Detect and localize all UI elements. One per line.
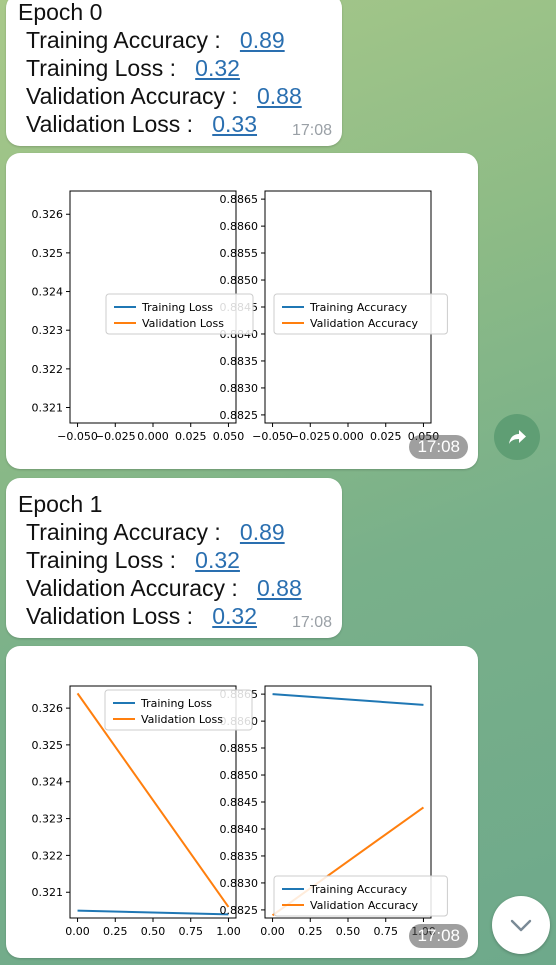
y-tick-label: 0.8840: [220, 823, 259, 836]
metric-value-link[interactable]: 0.88: [257, 83, 302, 109]
legend-label: Training Accuracy: [309, 301, 408, 314]
share-arrow-icon: [509, 430, 526, 444]
y-tick-label: 0.324: [32, 776, 64, 789]
metric-line: Validation Accuracy : 0.88: [18, 82, 330, 110]
metric-label: Training Loss :: [26, 547, 176, 573]
y-tick-label: 0.8865: [220, 193, 259, 206]
legend-label: Training Accuracy: [309, 883, 408, 896]
metric-label: Validation Accuracy :: [26, 575, 238, 601]
chart-figure-epoch-0: 0.3210.3220.3230.3240.3250.326−0.050−0.0…: [32, 190, 448, 443]
y-tick-label: 0.325: [32, 247, 64, 260]
x-tick-label: −0.050: [57, 430, 98, 443]
chart-image-message[interactable]: 0.321 0.322 0.323 0.324 0.325 0.326 0.00 0.25 0.…: [6, 646, 478, 958]
metric-label: Training Accuracy :: [26, 27, 221, 53]
legend-label: Validation Accuracy: [310, 317, 419, 330]
x-tick-label: 0.25: [103, 925, 128, 938]
message-epoch-1[interactable]: Epoch 1 Training Accuracy : 0.89 Trainin…: [6, 478, 342, 638]
y-tick-label: 0.8830: [220, 877, 259, 890]
share-button[interactable]: [494, 414, 540, 460]
epoch-title: Epoch 0: [18, 0, 103, 25]
y-tick-label: 0.322: [32, 849, 64, 862]
y-tick-label: 0.321: [32, 886, 64, 899]
y-tick-label: 0.8835: [220, 355, 259, 368]
message-epoch-0[interactable]: Epoch 0 Training Accuracy : 0.89 Trainin…: [6, 0, 342, 146]
metric-value-link[interactable]: 0.89: [240, 519, 285, 545]
metric-line: Validation Loss : 0.32: [18, 602, 330, 630]
metric-line: Training Accuracy : 0.89: [18, 26, 330, 54]
chart-image-message[interactable]: 0.321 0.322 0.323 0.324 0.325 0.326 −0.050 −0.0…: [6, 153, 478, 469]
y-tick-label: 0.325: [32, 739, 64, 752]
legend-loss: Training Loss Validation Loss: [104, 689, 253, 731]
metric-label: Validation Loss :: [26, 111, 194, 137]
legend-label: Training Loss: [141, 301, 213, 314]
y-tick-label: 0.326: [32, 208, 64, 221]
scroll-down-button[interactable]: [492, 896, 550, 954]
legend-label: Validation Accuracy: [310, 899, 419, 912]
y-tick-label: 0.8825: [220, 904, 259, 917]
legend-label: Validation Loss: [141, 713, 223, 726]
y-tick-label: 0.326: [32, 702, 64, 715]
x-tick-label: 0.50: [141, 925, 166, 938]
x-tick-label: −0.025: [290, 430, 331, 443]
x-tick-label: −0.025: [95, 430, 136, 443]
x-tick-label: 0.00: [65, 925, 90, 938]
y-tick-label: 0.8850: [220, 769, 259, 782]
legend-label: Validation Loss: [142, 317, 224, 330]
metric-label: Training Accuracy :: [26, 519, 221, 545]
image-timestamp: 17:08: [409, 924, 468, 948]
x-tick-label: 0.75: [178, 925, 203, 938]
legend-label: Training Loss: [140, 697, 212, 710]
epoch-title: Epoch 1: [18, 491, 103, 517]
metric-line: Training Accuracy : 0.89: [18, 518, 330, 546]
metric-line: Training Loss : 0.32: [18, 54, 330, 82]
image-timestamp: 17:08: [409, 435, 468, 459]
y-tick-label: 0.323: [32, 324, 64, 337]
y-tick-label: 0.8855: [220, 742, 259, 755]
metric-value-link[interactable]: 0.88: [257, 575, 302, 601]
x-tick-label: 0.000: [332, 430, 364, 443]
series-line-0: [77, 909, 229, 916]
series-line-0: [272, 693, 424, 706]
metric-value-link[interactable]: 0.32: [212, 603, 257, 629]
x-tick-label: 0.000: [137, 430, 169, 443]
y-tick-label: 0.8860: [220, 220, 259, 233]
metric-line: Validation Accuracy : 0.88: [18, 574, 330, 602]
metric-label: Validation Accuracy :: [26, 83, 238, 109]
legend-accuracy: Training Accuracy Validation Accuracy: [273, 875, 448, 917]
legend-accuracy: Training Accuracy Validation Accuracy: [273, 293, 448, 335]
metric-line: Training Loss : 0.32: [18, 546, 330, 574]
metric-line: Validation Loss : 0.33: [18, 110, 330, 138]
y-tick-label: 0.8850: [220, 274, 259, 287]
y-tick-label: 0.8825: [220, 409, 259, 422]
metric-label: Validation Loss :: [26, 603, 194, 629]
x-tick-label: 0.25: [298, 925, 323, 938]
y-tick-label: 0.8835: [220, 850, 259, 863]
y-tick-label: 0.8845: [220, 796, 259, 809]
metric-value-link[interactable]: 0.32: [195, 547, 240, 573]
y-tick-label: 0.8855: [220, 247, 259, 260]
x-tick-label: 0.025: [370, 430, 402, 443]
x-tick-label: 0.50: [336, 925, 361, 938]
y-tick-label: 0.322: [32, 363, 64, 376]
chevron-down-icon: [510, 919, 532, 932]
x-tick-label: 0.050: [213, 430, 245, 443]
metric-value-link[interactable]: 0.89: [240, 27, 285, 53]
y-tick-label: 0.323: [32, 813, 64, 826]
metric-value-link[interactable]: 0.33: [212, 111, 257, 137]
x-tick-label: −0.050: [252, 430, 293, 443]
legend-loss: Training Loss Validation Loss: [105, 293, 254, 335]
x-tick-label: 1.00: [216, 925, 241, 938]
message-timestamp: 17:08: [291, 122, 332, 139]
x-tick-label: 0.025: [175, 430, 207, 443]
x-tick-label: 0.75: [373, 925, 398, 938]
chart-figure-epoch-1: 0.321 0.322 0.323 0.324 0.325 0.326 0.00 0.25 0.…: [32, 685, 448, 938]
message-timestamp: 17:08: [291, 614, 332, 631]
y-tick-label: 0.8830: [220, 382, 259, 395]
y-tick-label: 0.324: [32, 286, 64, 299]
metric-label: Training Loss :: [26, 55, 176, 81]
metric-value-link[interactable]: 0.32: [195, 55, 240, 81]
y-tick-label: 0.321: [32, 402, 64, 415]
x-tick-label: 0.00: [260, 925, 285, 938]
